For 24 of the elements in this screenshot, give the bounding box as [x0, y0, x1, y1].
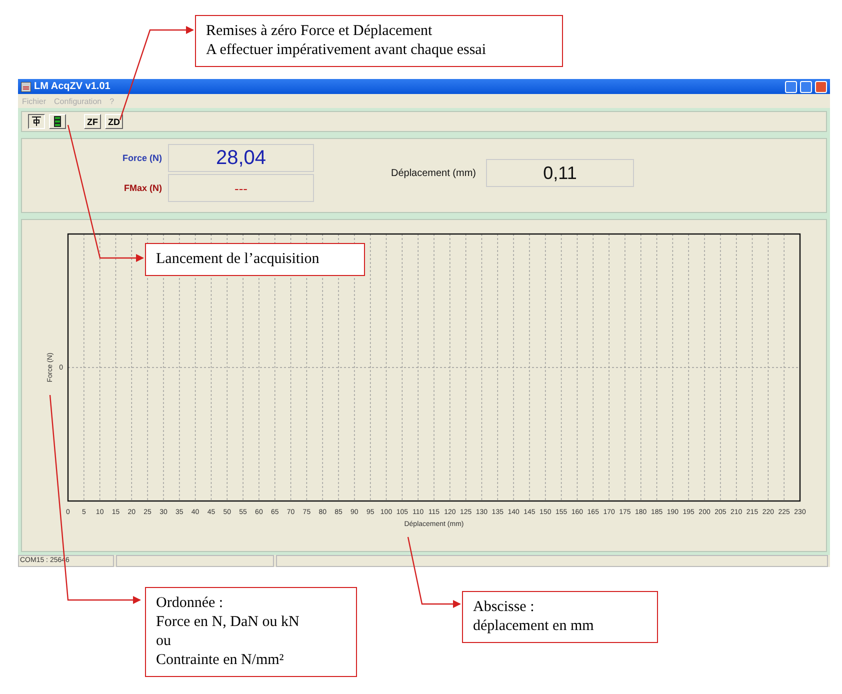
menu-item[interactable]: Configuration [54, 96, 102, 106]
menu-item[interactable]: ? [110, 96, 114, 106]
toolbar-button[interactable]: ZF [84, 114, 101, 129]
callout-note: Lancement de l’acquisition [145, 243, 365, 276]
menu-item[interactable]: Fichier [22, 96, 46, 106]
window-title: LM AcqZV v1.01 [34, 81, 112, 92]
fmax-value: --- [168, 174, 314, 202]
displacement-value: 0,11 [486, 159, 634, 187]
toolbar-icon-button[interactable] [28, 114, 45, 129]
callout-note: Remises à zéro Force et Déplacement A effectuer impérativement avant chaque essai [195, 15, 563, 67]
app-icon [21, 82, 31, 92]
callout-note: Abscisse : déplacement en mm [462, 591, 658, 643]
leader-line [407, 536, 461, 608]
force-value: 28,04 [168, 144, 314, 172]
minimize-button[interactable] [785, 80, 797, 92]
close-button[interactable] [815, 80, 827, 92]
displacement-label: Déplacement (mm) [390, 168, 477, 178]
traffic-light-icon [53, 116, 62, 127]
toolbar-button[interactable]: ZD [105, 114, 123, 129]
antenna-icon [31, 116, 42, 127]
fmax-label: FMax (N) [123, 183, 162, 193]
callout-note: Ordonnée : Force en N, DaN ou kN ou Contrainte en N/mm² [145, 587, 357, 677]
force-label: Force (N) [121, 153, 162, 163]
maximize-button[interactable] [800, 80, 812, 92]
